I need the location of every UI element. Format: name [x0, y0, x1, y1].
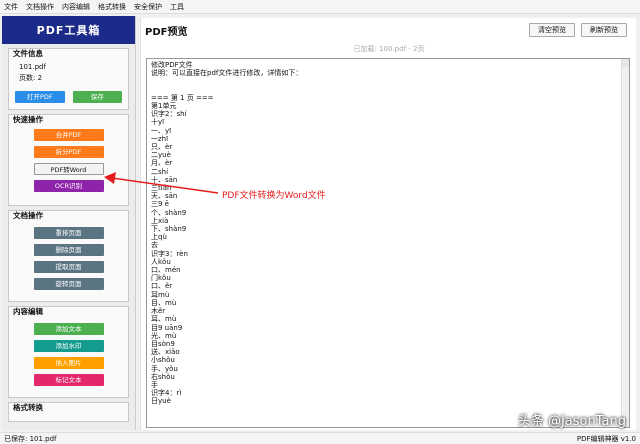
refresh-preview-button[interactable]: 刷新预览	[581, 23, 627, 37]
menu-file[interactable]: 文件	[4, 2, 18, 12]
extract-pages-button[interactable]: 提取页面	[33, 261, 104, 273]
menu-security[interactable]: 安全保护	[134, 2, 162, 12]
ocr-button[interactable]: OCR识别	[33, 180, 104, 192]
content-edit-title: 内容编辑	[13, 307, 43, 316]
status-left: 已保存: 101.pdf	[4, 434, 57, 443]
add-text-button[interactable]: 添加文本	[33, 323, 104, 335]
scroll-up-icon[interactable]	[622, 59, 629, 67]
save-button[interactable]: 保存	[72, 91, 122, 103]
content-edit-group: 内容编辑 添加文本 添加水印 插入图片 标记文本	[8, 306, 129, 398]
annotate-text-button[interactable]: 标记文本	[33, 374, 104, 386]
format-convert-title: 格式转换	[13, 403, 43, 412]
quick-ops-group: 快速操作 合并PDF 拆分PDF PDF转Word OCR识别	[8, 114, 129, 206]
status-bar: 已保存: 101.pdf PDF编辑神器 v1.0	[0, 432, 640, 444]
watermark: 头条 @JasonTang	[517, 414, 626, 429]
menu-content-edit[interactable]: 内容编辑	[62, 2, 90, 12]
insert-image-button[interactable]: 插入图片	[33, 357, 104, 369]
menu-format-convert[interactable]: 格式转换	[98, 2, 126, 12]
menu-tools[interactable]: 工具	[170, 2, 184, 12]
menu-bar: 文件 文档操作 内容编辑 格式转换 安全保护 工具	[0, 0, 640, 14]
add-watermark-button[interactable]: 添加水印	[33, 340, 104, 352]
delete-pages-button[interactable]: 删除页面	[33, 244, 104, 256]
file-info-group: 文件信息 101.pdf 页数: 2 打开PDF 保存	[8, 48, 129, 110]
preview-text: 修改PDF文件 说明：可以直接在pdf文件进行修改，详情如下： === 第 1 …	[151, 61, 303, 406]
loaded-status: 已加载: 100.pdf - 2页	[353, 45, 425, 53]
preview-title: PDF预览	[145, 26, 188, 38]
preview-textarea[interactable]: 修改PDF文件 说明：可以直接在pdf文件进行修改，详情如下： === 第 1 …	[146, 58, 630, 428]
pdf-to-word-button[interactable]: PDF转Word	[33, 163, 104, 175]
rotate-pages-button[interactable]: 旋转页面	[33, 278, 104, 290]
page-count: 页数: 2	[19, 74, 43, 82]
file-info-title: 文件信息	[13, 49, 43, 58]
format-convert-group: 格式转换	[8, 402, 129, 422]
preview-panel: PDF预览 清空预览 刷新预览 已加载: 100.pdf - 2页 修改PDF文…	[140, 18, 636, 430]
merge-pdf-button[interactable]: 合并PDF	[33, 129, 104, 141]
clear-preview-button[interactable]: 清空预览	[529, 23, 575, 37]
annotation-text: PDF文件转换为Word文件	[222, 191, 326, 201]
status-right: PDF编辑神器 v1.0	[576, 434, 636, 443]
open-pdf-button[interactable]: 打开PDF	[15, 91, 65, 103]
split-pdf-button[interactable]: 拆分PDF	[33, 146, 104, 158]
vertical-scrollbar[interactable]	[621, 59, 629, 427]
quick-ops-title: 快速操作	[13, 115, 43, 124]
file-name: 101.pdf	[19, 63, 46, 71]
sidebar: PDF工具箱 文件信息 101.pdf 页数: 2 打开PDF 保存 快速操作 …	[2, 16, 136, 430]
reorder-pages-button[interactable]: 重排页面	[33, 227, 104, 239]
doc-ops-group: 文档操作 重排页面 删除页面 提取页面 旋转页面	[8, 210, 129, 302]
doc-ops-title: 文档操作	[13, 211, 43, 220]
menu-document[interactable]: 文档操作	[26, 2, 54, 12]
app-title: PDF工具箱	[2, 16, 135, 44]
